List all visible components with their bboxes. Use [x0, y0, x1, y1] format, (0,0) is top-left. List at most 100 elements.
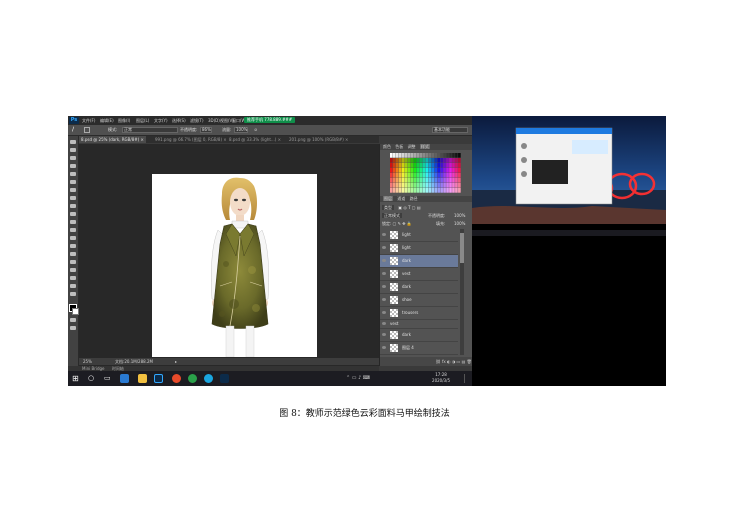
swatch[interactable]	[398, 158, 402, 163]
menu-type[interactable]: 文字(Y)	[154, 117, 168, 124]
swatch[interactable]	[422, 163, 426, 168]
swatch[interactable]	[455, 183, 458, 188]
type-tool-icon[interactable]	[70, 260, 76, 264]
swatch[interactable]	[452, 188, 455, 193]
swatch[interactable]	[419, 183, 423, 188]
tab-doc-4[interactable]: 201.png @ 100% (RGB/8#) ×	[287, 136, 350, 143]
status-arrow-icon[interactable]: ▸	[175, 358, 177, 365]
swatch[interactable]	[407, 188, 411, 193]
swatch[interactable]	[443, 153, 446, 158]
swatch[interactable]	[443, 168, 446, 173]
swatch[interactable]	[404, 173, 408, 178]
file-explorer-icon[interactable]	[138, 374, 147, 383]
swatch[interactable]	[458, 158, 461, 163]
layer-row[interactable]: 图层 4	[380, 342, 458, 355]
swatch[interactable]	[425, 168, 429, 173]
swatch[interactable]	[416, 188, 420, 193]
swatch[interactable]	[458, 173, 461, 178]
opacity-input[interactable]: 86%	[200, 127, 212, 133]
swatch[interactable]	[434, 163, 438, 168]
background-color-swatch[interactable]	[72, 308, 79, 315]
swatch[interactable]	[440, 168, 443, 173]
swatch[interactable]	[455, 153, 458, 158]
swatch[interactable]	[428, 153, 432, 158]
swatch[interactable]	[422, 153, 426, 158]
swatch[interactable]	[395, 178, 399, 183]
swatch[interactable]	[428, 168, 432, 173]
tab-adjustments[interactable]: 调整	[408, 144, 416, 149]
swatch[interactable]	[410, 178, 414, 183]
edge-icon[interactable]	[120, 374, 129, 383]
qq-icon[interactable]	[204, 374, 213, 383]
swatch[interactable]	[458, 153, 461, 158]
tab-doc-3[interactable]: 8.psd @ 33.3% (light...) ×	[227, 136, 283, 143]
tab-color[interactable]: 颜色	[383, 144, 391, 149]
swatch[interactable]	[446, 153, 449, 158]
swatch[interactable]	[392, 173, 396, 178]
swatch[interactable]	[449, 168, 452, 173]
swatch[interactable]	[410, 183, 414, 188]
swatch[interactable]	[449, 183, 452, 188]
dodge-tool-icon[interactable]	[70, 244, 76, 248]
swatch[interactable]	[410, 168, 414, 173]
swatch[interactable]	[440, 158, 443, 163]
swatch[interactable]	[398, 163, 402, 168]
swatch[interactable]	[416, 173, 420, 178]
swatch[interactable]	[390, 183, 393, 188]
mode-select[interactable]: 正常	[122, 127, 178, 133]
clock[interactable]: 17:28 2020/3/5	[432, 372, 450, 384]
swatch[interactable]	[404, 153, 408, 158]
swatch[interactable]	[390, 153, 393, 158]
swatch[interactable]	[437, 153, 440, 158]
menu-file[interactable]: 文件(F)	[82, 117, 95, 124]
swatch[interactable]	[395, 188, 399, 193]
swatch[interactable]	[419, 168, 423, 173]
swatch[interactable]	[458, 163, 461, 168]
swatch[interactable]	[395, 183, 399, 188]
swatch[interactable]	[398, 178, 402, 183]
eye-icon[interactable]	[382, 246, 386, 249]
layer-row[interactable]: light	[380, 229, 458, 242]
layer-row[interactable]: vest	[380, 268, 458, 281]
swatch[interactable]	[446, 183, 449, 188]
document-canvas[interactable]	[152, 174, 317, 358]
swatch[interactable]	[449, 158, 452, 163]
swatch[interactable]	[390, 173, 393, 178]
swatch[interactable]	[455, 178, 458, 183]
path-select-icon[interactable]	[70, 268, 76, 272]
eye-icon[interactable]	[382, 285, 386, 288]
brush-tool-icon[interactable]	[70, 196, 76, 200]
tab-layers[interactable]: 图层	[383, 196, 393, 201]
swatch[interactable]	[455, 163, 458, 168]
swatch[interactable]	[407, 178, 411, 183]
swatch[interactable]	[446, 188, 449, 193]
eye-icon[interactable]	[382, 333, 386, 336]
swatch[interactable]	[452, 173, 455, 178]
menu-edit[interactable]: 编辑(E)	[100, 117, 114, 124]
swatch[interactable]	[452, 158, 455, 163]
swatch[interactable]	[443, 183, 446, 188]
swatch[interactable]	[425, 178, 429, 183]
gradient-tool-icon[interactable]	[70, 228, 76, 232]
brush-tool-icon[interactable]: ∕	[72, 127, 74, 133]
photoshop-2-icon[interactable]	[220, 374, 229, 383]
swatch[interactable]	[413, 158, 417, 163]
start-icon[interactable]: ⊞	[72, 374, 81, 383]
quick-select-tool-icon[interactable]	[70, 164, 76, 168]
swatch[interactable]	[443, 188, 446, 193]
layer-kind-select[interactable]: 类型	[382, 205, 394, 210]
swatch[interactable]	[390, 163, 393, 168]
swatch[interactable]	[458, 183, 461, 188]
swatch[interactable]	[449, 173, 452, 178]
menu-layer[interactable]: 图层(L)	[136, 117, 149, 124]
swatch[interactable]	[425, 153, 429, 158]
swatch[interactable]	[458, 178, 461, 183]
swatch[interactable]	[413, 188, 417, 193]
swatch[interactable]	[452, 163, 455, 168]
swatch[interactable]	[431, 153, 435, 158]
swatch[interactable]	[422, 168, 426, 173]
zoom-tool-icon[interactable]	[70, 292, 76, 296]
swatch[interactable]	[407, 183, 411, 188]
swatch[interactable]	[416, 153, 420, 158]
tab-channels[interactable]: 通道	[397, 196, 405, 201]
